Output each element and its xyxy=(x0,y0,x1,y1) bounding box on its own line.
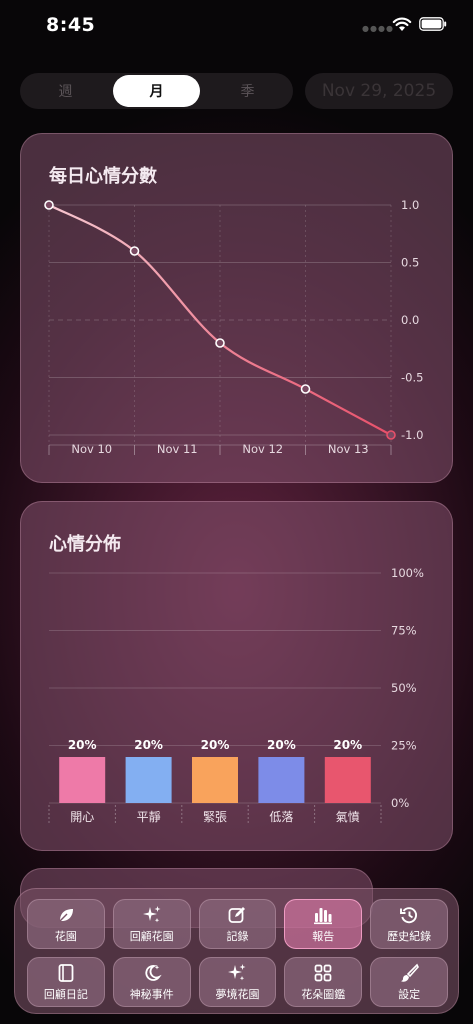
nav-button-label: 報告 xyxy=(312,929,335,943)
nav-button-label: 花園 xyxy=(54,929,77,943)
x-tick-label: Nov 13 xyxy=(328,442,369,456)
mood-data-point xyxy=(300,384,311,394)
nav-button-label: 夢境花園 xyxy=(215,987,260,1001)
bar-value-label: 20% xyxy=(267,738,296,752)
period-segmented-control: 週 月 季 xyxy=(20,73,293,109)
bottom-navigation: 花園 回顧花園 記錄 報告 歷史紀錄回顧日記 神秘事件 夢境花園 花朵圖鑑 設定 xyxy=(14,888,459,1014)
sparkles-icon xyxy=(142,905,161,922)
nav-button-9[interactable]: 花朵圖鑑 xyxy=(284,957,363,1007)
nav-button-label: 回顧日記 xyxy=(43,987,88,1001)
y-tick-label: 0.5 xyxy=(401,256,419,270)
nav-button-4[interactable]: 報告 xyxy=(284,899,363,949)
leaf-icon xyxy=(59,908,73,921)
nav-button-7[interactable]: 神秘事件 xyxy=(112,957,191,1007)
nav-button-3[interactable]: 記錄 xyxy=(198,899,277,949)
nav-button-6[interactable]: 回顧日記 xyxy=(27,957,105,1007)
mood-bar xyxy=(192,757,238,803)
date-picker-button[interactable]: Nov 29, 2025 xyxy=(305,73,453,109)
sparkles-icon xyxy=(228,963,246,980)
mood-bar xyxy=(324,757,371,803)
tab-week[interactable]: 週 xyxy=(22,75,109,107)
mood-bar xyxy=(59,757,106,803)
y-tick-label: 100% xyxy=(391,566,424,580)
x-tick-label: Nov 10 xyxy=(71,442,112,456)
nav-button-label: 歷史紀錄 xyxy=(387,929,432,943)
bar-category-label: 緊張 xyxy=(203,810,227,824)
book-icon xyxy=(58,963,74,982)
mood-data-point xyxy=(215,338,225,348)
mood-data-point xyxy=(129,246,140,256)
history-icon xyxy=(400,906,418,923)
y-tick-label: 0.0 xyxy=(401,313,419,327)
nav-button-label: 神秘事件 xyxy=(129,987,174,1001)
grid-icon xyxy=(314,964,332,981)
nav-button-2[interactable]: 回顧花園 xyxy=(112,899,191,949)
nav-button-5[interactable]: 歷史紀錄 xyxy=(370,899,448,949)
tab-quarter[interactable]: 季 xyxy=(204,75,291,107)
y-tick-label: 0% xyxy=(391,796,409,810)
bar-value-label: 20% xyxy=(333,738,362,752)
status-time: 8:45 xyxy=(46,14,96,36)
bar-value-label: 20% xyxy=(134,738,163,752)
battery-icon xyxy=(419,17,447,31)
nav-button-8[interactable]: 夢境花園 xyxy=(198,957,277,1007)
nav-button-label: 花朵圖鑑 xyxy=(301,987,346,1001)
bar-chart-icon xyxy=(314,907,333,924)
y-tick-label: 50% xyxy=(391,681,417,695)
nav-button-label: 記錄 xyxy=(226,929,249,943)
mood-distribution-card: 心情分佈 100% 75% 50% 25% 0% 20% 開心 20% 平靜 20% 緊張 20% 低落… xyxy=(20,501,453,851)
paintbrush-icon xyxy=(401,963,420,982)
bar-value-label: 20% xyxy=(68,738,97,752)
bar-value-label: 20% xyxy=(201,738,230,752)
mood-distribution-bar-chart: 100% 75% 50% 25% 0% 20% 開心 20% 平靜 20% 緊張 20% 低落 20% 氣憤 xyxy=(48,566,424,824)
y-tick-label: 1.0 xyxy=(401,198,419,212)
moon-stars-icon xyxy=(145,964,162,981)
bar-category-label: 氣憤 xyxy=(336,810,360,824)
nav-button-1[interactable]: 花園 xyxy=(27,899,105,949)
x-tick-label: Nov 12 xyxy=(242,442,283,456)
mood-bar xyxy=(258,757,305,803)
daily-mood-line-chart: 1.0 0.5 0.0 -0.5 -1.0 Nov 10 Nov 11 Nov 12 Nov 1… xyxy=(44,198,423,456)
tab-month[interactable]: 月 xyxy=(113,75,200,107)
edit-icon xyxy=(229,906,246,923)
nav-button-label: 回顧花園 xyxy=(129,929,174,943)
mood-data-point xyxy=(386,430,396,440)
y-tick-label: -0.5 xyxy=(401,371,423,385)
status-bar: 8:45 ●●●● xyxy=(0,0,473,54)
bar-category-label: 開心 xyxy=(70,810,94,824)
bar-category-label: 低落 xyxy=(269,810,293,824)
wifi-icon xyxy=(392,17,412,31)
y-tick-label: -1.0 xyxy=(401,428,423,442)
mood-data-point xyxy=(44,200,54,210)
nav-button-label: 設定 xyxy=(398,987,421,1001)
bar-category-label: 平靜 xyxy=(137,810,161,824)
nav-grid: 花園 回顧花園 記錄 報告 歷史紀錄回顧日記 神秘事件 夢境花園 花朵圖鑑 設定 xyxy=(27,899,448,1007)
y-tick-label: 25% xyxy=(391,739,417,753)
daily-mood-card: 每日心情分數 1.0 0.5 0.0 -0.5 -1.0 Nov 10 Nov 11 Nov … xyxy=(20,133,453,483)
cellular-signal-icon: ●●●● xyxy=(362,24,394,33)
nav-button-10[interactable]: 設定 xyxy=(370,957,448,1007)
mood-bar xyxy=(125,757,172,803)
y-tick-label: 75% xyxy=(391,624,417,638)
x-tick-label: Nov 11 xyxy=(157,442,198,456)
